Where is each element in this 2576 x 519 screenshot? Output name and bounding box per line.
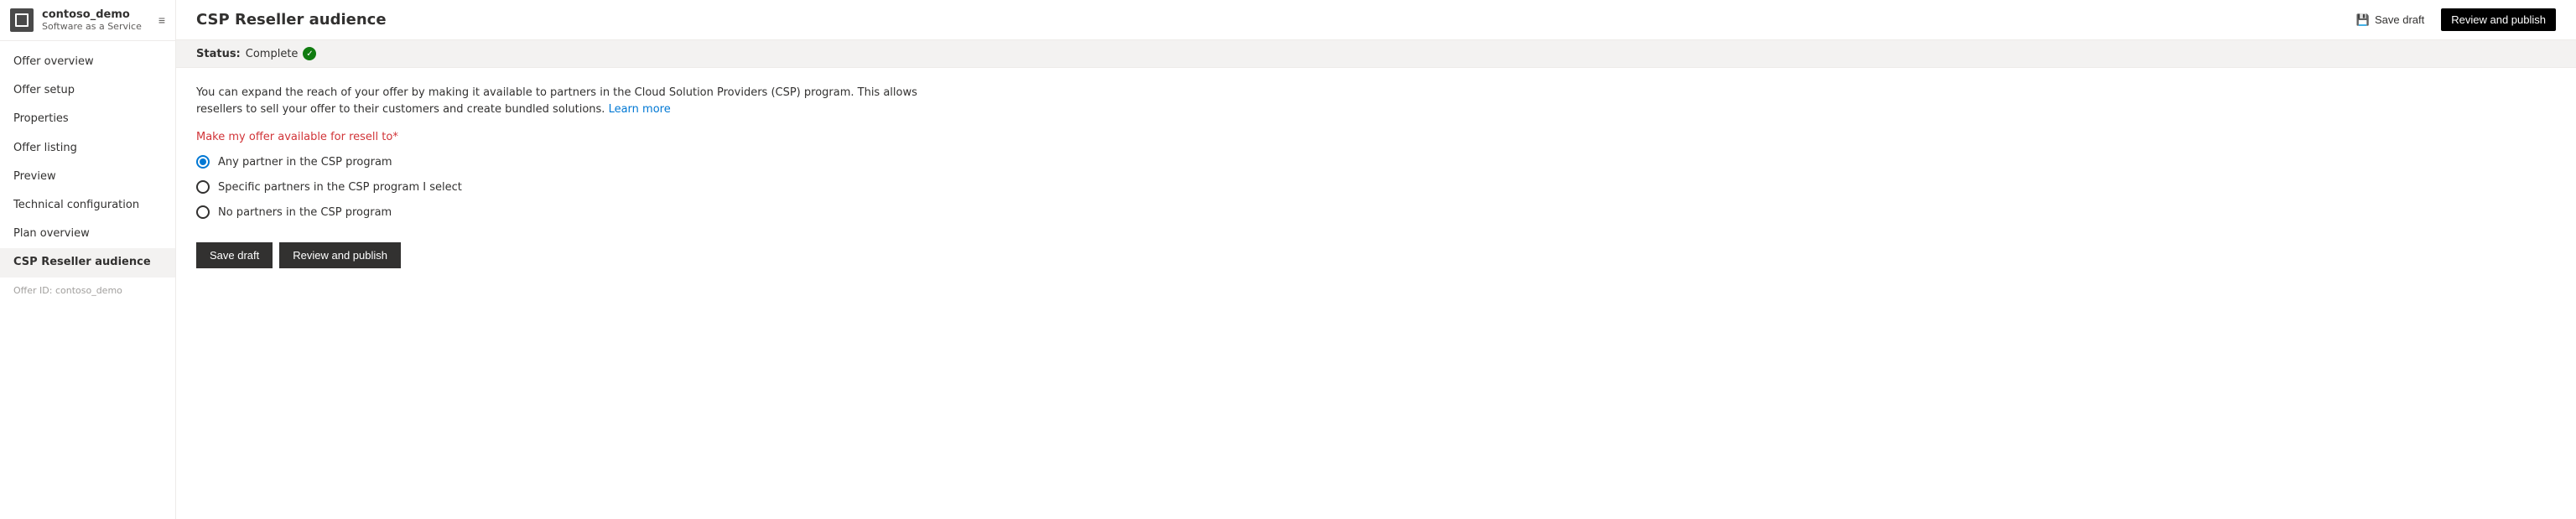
- section-label: Make my offer available for resell to*: [196, 131, 2556, 143]
- status-value: Complete: [246, 48, 299, 60]
- radio-any-partner[interactable]: Any partner in the CSP program: [196, 155, 2556, 169]
- sidebar-item-technical-configuration[interactable]: Technical configuration: [0, 191, 175, 220]
- required-marker: *: [392, 131, 398, 143]
- sidebar-nav: Offer overview Offer setup Properties Of…: [0, 41, 175, 519]
- sidebar-item-offer-id: Offer ID: contoso_demo: [0, 278, 175, 304]
- description-content: You can expand the reach of your offer b…: [196, 86, 917, 116]
- sidebar: contoso_demo Software as a Service ≡ Off…: [0, 0, 176, 519]
- description-text: You can expand the reach of your offer b…: [196, 85, 951, 117]
- top-bar: CSP Reseller audience 💾 Save draft Revie…: [176, 0, 2576, 40]
- sidebar-header: contoso_demo Software as a Service ≡: [0, 0, 175, 41]
- radio-no-partners[interactable]: No partners in the CSP program: [196, 205, 2556, 219]
- app-name: contoso_demo: [42, 8, 150, 21]
- radio-no-partners-label: No partners in the CSP program: [218, 206, 392, 219]
- review-publish-top-button[interactable]: Review and publish: [2441, 8, 2556, 31]
- status-check-icon: ✓: [303, 47, 316, 60]
- radio-any-partner-label: Any partner in the CSP program: [218, 156, 392, 169]
- sidebar-title-block: contoso_demo Software as a Service: [42, 8, 150, 32]
- content-area: Status: Complete ✓ You can expand the re…: [176, 40, 2576, 519]
- app-logo: [10, 8, 34, 32]
- sidebar-item-offer-overview[interactable]: Offer overview: [0, 48, 175, 76]
- content-body: You can expand the reach of your offer b…: [176, 68, 2576, 285]
- save-draft-top-button[interactable]: 💾 Save draft: [2350, 10, 2431, 30]
- action-buttons: Save draft Review and publish: [196, 242, 2556, 268]
- sidebar-item-csp-reseller-audience[interactable]: CSP Reseller audience: [0, 248, 175, 277]
- radio-specific-partners-label: Specific partners in the CSP program I s…: [218, 181, 462, 194]
- status-label: Status:: [196, 48, 241, 60]
- learn-more-link[interactable]: Learn more: [609, 103, 671, 116]
- save-draft-button[interactable]: Save draft: [196, 242, 273, 268]
- radio-specific-partners-input[interactable]: [196, 180, 210, 194]
- review-publish-top-label: Review and publish: [2451, 13, 2546, 26]
- sidebar-item-offer-setup[interactable]: Offer setup: [0, 76, 175, 105]
- save-icon: 💾: [2356, 13, 2370, 27]
- sidebar-expand-button[interactable]: ≡: [158, 13, 165, 27]
- page-title: CSP Reseller audience: [196, 11, 387, 29]
- top-bar-actions: 💾 Save draft Review and publish: [2350, 8, 2556, 31]
- main-content: CSP Reseller audience 💾 Save draft Revie…: [176, 0, 2576, 519]
- sidebar-item-plan-overview[interactable]: Plan overview: [0, 220, 175, 248]
- sidebar-item-properties[interactable]: Properties: [0, 105, 175, 133]
- radio-specific-partners[interactable]: Specific partners in the CSP program I s…: [196, 180, 2556, 194]
- status-bar: Status: Complete ✓: [176, 40, 2576, 68]
- review-publish-button[interactable]: Review and publish: [279, 242, 401, 268]
- radio-any-partner-input[interactable]: [196, 155, 210, 169]
- sidebar-item-preview[interactable]: Preview: [0, 163, 175, 191]
- app-subtitle: Software as a Service: [42, 21, 150, 32]
- sidebar-item-offer-listing[interactable]: Offer listing: [0, 134, 175, 163]
- radio-group: Any partner in the CSP program Specific …: [196, 155, 2556, 219]
- radio-no-partners-input[interactable]: [196, 205, 210, 219]
- save-draft-top-label: Save draft: [2375, 13, 2424, 26]
